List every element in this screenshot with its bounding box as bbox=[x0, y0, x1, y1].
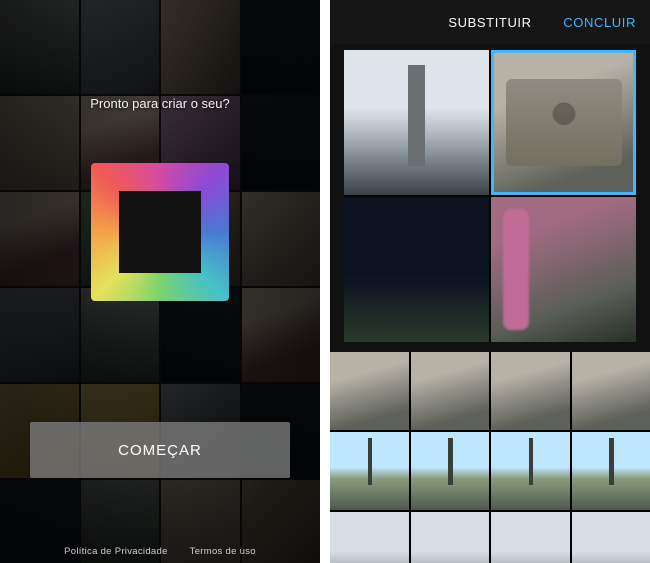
collage-cell-0[interactable] bbox=[344, 50, 489, 195]
photo-gallery[interactable] bbox=[330, 352, 650, 563]
topbar-title: SUBSTITUIR bbox=[448, 15, 531, 30]
start-button[interactable]: COMEÇAR bbox=[30, 422, 290, 478]
topbar: SUBSTITUIR CONCLUIR bbox=[330, 0, 650, 44]
gallery-thumb[interactable] bbox=[411, 432, 490, 510]
collage-cell-2[interactable] bbox=[344, 197, 489, 342]
onboarding-screen: Pronto para criar o seu? COMEÇAR Polític… bbox=[0, 0, 320, 563]
collage-preview bbox=[344, 50, 636, 342]
gallery-thumb[interactable] bbox=[491, 352, 570, 430]
terms-link[interactable]: Termos de uso bbox=[190, 546, 256, 557]
layout-app-logo bbox=[91, 163, 229, 301]
gallery-thumb[interactable] bbox=[330, 512, 409, 563]
prompt-text: Pronto para criar o seu? bbox=[0, 96, 320, 111]
collage-cell-3[interactable] bbox=[491, 197, 636, 342]
gallery-thumb[interactable] bbox=[491, 512, 570, 563]
gallery-thumb[interactable] bbox=[572, 352, 650, 430]
gallery-thumb[interactable] bbox=[330, 352, 409, 430]
collage-cell-1[interactable] bbox=[491, 50, 636, 195]
gallery-thumb[interactable] bbox=[572, 512, 650, 563]
gallery-thumb[interactable] bbox=[572, 432, 650, 510]
privacy-link[interactable]: Política de Privacidade bbox=[64, 546, 168, 557]
done-button[interactable]: CONCLUIR bbox=[563, 15, 636, 30]
logo-gradient-frame-icon bbox=[91, 163, 229, 301]
replace-photo-screen: SUBSTITUIR CONCLUIR bbox=[330, 0, 650, 563]
gallery-thumb[interactable] bbox=[411, 352, 490, 430]
start-button-label: COMEÇAR bbox=[118, 442, 202, 459]
gallery-thumb[interactable] bbox=[411, 512, 490, 563]
logo-center bbox=[119, 191, 201, 273]
legal-footer: Política de Privacidade Termos de uso bbox=[0, 546, 320, 557]
gallery-thumb[interactable] bbox=[330, 432, 409, 510]
gallery-thumb[interactable] bbox=[491, 432, 570, 510]
